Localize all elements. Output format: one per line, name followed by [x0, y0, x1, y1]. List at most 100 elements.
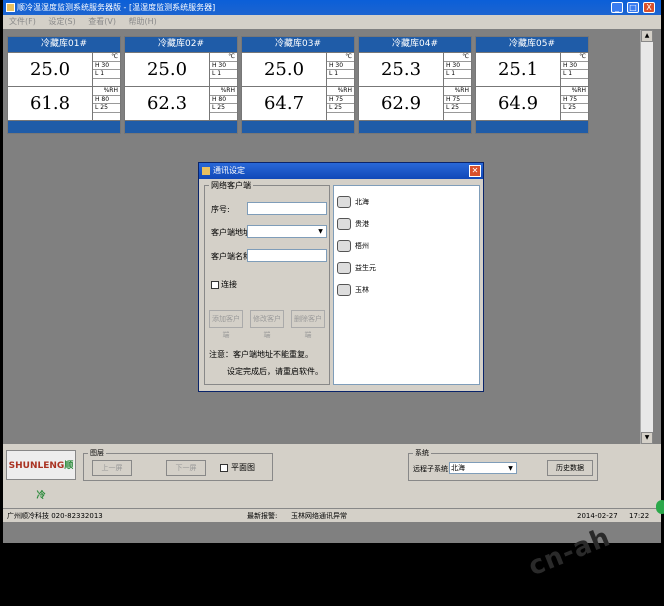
panel-footer	[125, 120, 237, 133]
humidity-value: 64.7	[242, 87, 326, 120]
window-title: 顺冷温湿度监测系统服务器版 - [温湿度监测系统服务器]	[17, 3, 216, 12]
view-group-label: 图层	[88, 448, 106, 458]
chevron-down-icon: ▼	[508, 465, 513, 472]
comm-settings-dialog: 通讯设定 ✕ 网络客户端 序号: 客户端地址: ▼ 客户端名称: 连接 添加客户…	[198, 162, 484, 392]
scroll-down-icon[interactable]: ▼	[641, 432, 653, 444]
title-bar: 顺冷温湿度监测系统服务器版 - [温湿度监测系统服务器] _ □ X	[3, 0, 661, 15]
menu-help[interactable]: 帮助(H)	[129, 17, 157, 26]
company-info: 广州顺冷科技 020-82332013	[7, 512, 103, 520]
connect-checkbox[interactable]	[211, 281, 219, 289]
vertical-scrollbar[interactable]: ▲ ▼	[640, 30, 653, 444]
hum-unit: %RH	[327, 87, 354, 96]
connect-label: 连接	[221, 280, 237, 289]
client-name: 贵港	[355, 220, 369, 228]
temp-high-limit: H 30	[561, 62, 588, 70]
menu-view[interactable]: 查看(V)	[88, 17, 116, 26]
monitor-panel[interactable]: 冷藏库04# 25.3 ℃ H 30 L 1 62.9 %RH H 75 L 25	[358, 36, 472, 134]
group-label: 网络客户端	[209, 180, 253, 191]
client-list[interactable]: 北海 贵港 梧州 益生元 玉林	[333, 185, 480, 385]
prev-screen-button[interactable]: 上一屏	[92, 460, 132, 476]
hum-unit: %RH	[444, 87, 471, 96]
chevron-down-icon: ▼	[318, 228, 323, 235]
temp-high-limit: H 30	[327, 62, 354, 70]
side-indicator	[656, 500, 664, 514]
temp-unit: ℃	[93, 53, 120, 62]
hum-high-limit: H 75	[444, 96, 471, 104]
hum-low-limit: L 25	[327, 104, 354, 113]
system-group: 系统 远程子系统 北海 ▼ 历史数据	[408, 448, 598, 481]
seq-input[interactable]	[247, 202, 327, 215]
maximize-button[interactable]: □	[627, 2, 639, 13]
close-button[interactable]: X	[643, 2, 655, 13]
temp-unit: ℃	[561, 53, 588, 62]
monitor-panel[interactable]: 冷藏库05# 25.1 ℃ H 30 L 1 64.9 %RH H 75 L 25	[475, 36, 589, 134]
temp-low-limit: L 1	[327, 70, 354, 79]
hum-high-limit: H 80	[93, 96, 120, 104]
remote-value: 北海	[451, 464, 465, 472]
add-client-button[interactable]: 添加客户端	[209, 310, 243, 339]
hum-unit: %RH	[561, 87, 588, 96]
menu-bar: 文件(F) 设定(S) 查看(V) 帮助(H)	[3, 15, 661, 29]
hum-high-limit: H 75	[561, 96, 588, 104]
panel-name: 冷藏库02#	[125, 37, 237, 52]
hum-high-limit: H 75	[327, 96, 354, 104]
list-item[interactable]: 梧州	[335, 238, 369, 254]
network-icon	[337, 240, 351, 252]
humidity-value: 64.9	[476, 87, 560, 120]
monitor-panel[interactable]: 冷藏库01# 25.0 ℃ H 30 L 1 61.8 %RH H 80 L 25	[7, 36, 121, 134]
dialog-title: 通讯设定	[213, 166, 245, 175]
scroll-up-icon[interactable]: ▲	[641, 30, 653, 42]
temp-low-limit: L 1	[444, 70, 471, 79]
note-unique-address: 注意：客户端地址不能重复。	[209, 350, 313, 359]
monitor-panel[interactable]: 冷藏库03# 25.0 ℃ H 30 L 1 64.7 %RH H 75 L 25	[241, 36, 355, 134]
list-item[interactable]: 玉林	[335, 282, 369, 298]
temperature-value: 25.3	[359, 53, 443, 86]
hum-low-limit: L 25	[210, 104, 237, 113]
seq-label: 序号:	[211, 205, 230, 214]
dialog-title-bar: 通讯设定 ✕	[199, 163, 483, 179]
humidity-value: 62.3	[125, 87, 209, 120]
plan-label: 平面图	[231, 463, 255, 472]
panel-name: 冷藏库01#	[8, 37, 120, 52]
remote-select[interactable]: 北海 ▼	[449, 462, 517, 474]
name-input[interactable]	[247, 249, 327, 262]
temp-high-limit: H 30	[93, 62, 120, 70]
temp-low-limit: L 1	[561, 70, 588, 79]
temperature-value: 25.0	[8, 53, 92, 86]
list-item[interactable]: 益生元	[335, 260, 376, 276]
network-client-group: 网络客户端 序号: 客户端地址: ▼ 客户端名称: 连接 添加客户端 修改客户端…	[204, 180, 330, 385]
panel-name: 冷藏库03#	[242, 37, 354, 52]
plan-checkbox[interactable]	[220, 464, 228, 472]
hum-low-limit: L 25	[561, 104, 588, 113]
client-name: 益生元	[355, 264, 376, 272]
addr-select[interactable]: ▼	[247, 225, 327, 238]
temperature-value: 25.0	[242, 53, 326, 86]
temperature-value: 25.1	[476, 53, 560, 86]
network-icon	[337, 262, 351, 274]
view-group: 图层 上一屏 下一屏 平面图	[83, 448, 273, 481]
list-item[interactable]: 贵港	[335, 216, 369, 232]
dialog-close-button[interactable]: ✕	[469, 165, 481, 177]
menu-file[interactable]: 文件(F)	[9, 17, 36, 26]
client-name: 北海	[355, 198, 369, 206]
panel-name: 冷藏库04#	[359, 37, 471, 52]
note-restart: 设定完成后，请重启软件。	[227, 367, 323, 376]
delete-client-button[interactable]: 删除客户端	[291, 310, 325, 339]
monitor-panel[interactable]: 冷藏库02# 25.0 ℃ H 30 L 1 62.3 %RH H 80 L 25	[124, 36, 238, 134]
hum-unit: %RH	[93, 87, 120, 96]
alarm-label: 最新报警:	[247, 512, 278, 520]
modify-client-button[interactable]: 修改客户端	[250, 310, 284, 339]
panel-footer	[8, 120, 120, 133]
humidity-value: 61.8	[8, 87, 92, 120]
alarm-text: 玉林网络通讯异常	[291, 512, 347, 520]
temp-unit: ℃	[444, 53, 471, 62]
history-button[interactable]: 历史数据	[547, 460, 593, 476]
menu-settings[interactable]: 设定(S)	[48, 17, 75, 26]
next-screen-button[interactable]: 下一屏	[166, 460, 206, 476]
panel-footer	[476, 120, 588, 133]
remote-label: 远程子系统	[413, 465, 448, 473]
list-item[interactable]: 北海	[335, 194, 369, 210]
client-name: 梧州	[355, 242, 369, 250]
minimize-button[interactable]: _	[611, 2, 623, 13]
temp-low-limit: L 1	[210, 70, 237, 79]
